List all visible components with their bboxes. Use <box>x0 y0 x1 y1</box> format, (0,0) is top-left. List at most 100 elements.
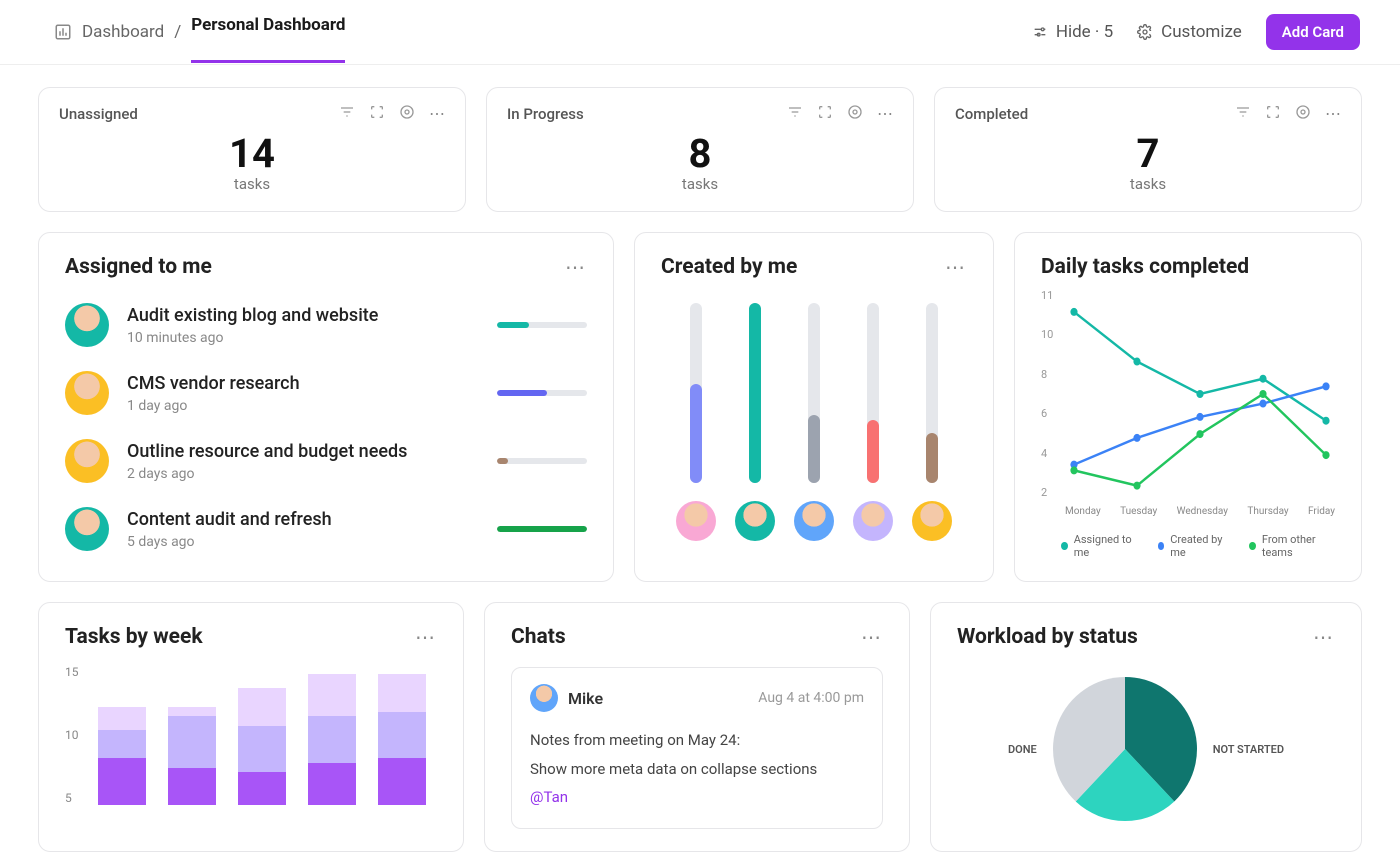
avatar[interactable] <box>676 501 716 541</box>
stat-value: 8 <box>507 130 893 177</box>
created-bar-chart <box>661 303 967 483</box>
workload-by-status-card: Workload by status ⋯ DONE NOT STARTED <box>930 602 1362 852</box>
task-time: 10 minutes ago <box>127 330 479 346</box>
task-row[interactable]: Audit existing blog and website 10 minut… <box>65 303 587 347</box>
tasks-by-week-card: Tasks by week ⋯ 15105 <box>38 602 464 852</box>
filter-icon[interactable] <box>1235 104 1251 124</box>
task-row[interactable]: Outline resource and budget needs 2 days… <box>65 439 587 483</box>
stacked-bar <box>98 707 146 805</box>
card-title: Assigned to me <box>65 255 212 279</box>
pie-label-notstarted: NOT STARTED <box>1213 743 1284 756</box>
gear-icon[interactable] <box>399 104 415 124</box>
stat-value: 7 <box>955 130 1341 177</box>
chat-message[interactable]: Mike Aug 4 at 4:00 pm Notes from meeting… <box>511 667 883 829</box>
customize-label: Customize <box>1161 22 1242 42</box>
progress-bar <box>497 458 508 464</box>
more-icon[interactable]: ⋯ <box>877 104 893 124</box>
bar <box>749 303 761 483</box>
task-title: Audit existing blog and website <box>127 305 479 326</box>
bar <box>926 303 938 483</box>
more-icon[interactable]: ⋯ <box>415 625 437 649</box>
chats-card: Chats ⋯ Mike Aug 4 at 4:00 pm Notes from… <box>484 602 910 852</box>
task-row[interactable]: CMS vendor research 1 day ago <box>65 371 587 415</box>
stat-card-completed[interactable]: Completed ⋯ 7 tasks <box>934 87 1362 212</box>
card-title: Chats <box>511 625 566 649</box>
stat-card-unassigned[interactable]: Unassigned ⋯ 14 tasks <box>38 87 466 212</box>
breadcrumb-root[interactable]: Dashboard <box>82 22 164 42</box>
card-title: Tasks by week <box>65 625 203 649</box>
card-title: Daily tasks completed <box>1041 255 1249 279</box>
more-icon[interactable]: ⋯ <box>1313 625 1335 649</box>
avatar[interactable] <box>853 501 893 541</box>
task-text: Content audit and refresh 5 days ago <box>127 509 479 550</box>
avatar[interactable] <box>735 501 775 541</box>
bar <box>867 303 879 483</box>
gear-icon <box>1137 24 1153 40</box>
pie-chart: DONE NOT STARTED <box>957 669 1335 829</box>
legend-item: Assigned to me <box>1061 533 1138 559</box>
filter-icon[interactable] <box>787 104 803 124</box>
stat-unit: tasks <box>955 175 1341 193</box>
hide-button[interactable]: Hide · 5 <box>1032 22 1113 42</box>
avatar <box>65 303 109 347</box>
stat-value: 14 <box>59 130 445 177</box>
stacked-bar-chart: 15105 <box>65 665 437 815</box>
task-time: 1 day ago <box>127 398 479 414</box>
avatar <box>65 371 109 415</box>
stat-card-inprogress[interactable]: In Progress ⋯ 8 tasks <box>486 87 914 212</box>
avatar <box>65 507 109 551</box>
stacked-bar <box>168 707 216 805</box>
more-icon[interactable]: ⋯ <box>945 255 967 279</box>
progress-bar <box>497 322 529 328</box>
breadcrumb-separator: / <box>174 22 181 42</box>
avatar <box>65 439 109 483</box>
assigned-to-me-card: Assigned to me ⋯ Audit existing blog and… <box>38 232 614 582</box>
line-chart: 11108642 MondayTuesdayWednesdayThursdayF… <box>1041 289 1335 529</box>
breadcrumb-current[interactable]: Personal Dashboard <box>191 15 345 49</box>
mention[interactable]: @Tan <box>530 783 864 812</box>
more-icon[interactable]: ⋯ <box>429 104 445 124</box>
task-title: Outline resource and budget needs <box>127 441 479 462</box>
chat-body: Notes from meeting on May 24: Show more … <box>530 726 864 812</box>
expand-icon[interactable] <box>1265 104 1281 124</box>
breadcrumb: Dashboard / Personal Dashboard <box>54 15 345 49</box>
more-icon[interactable]: ⋯ <box>565 255 587 279</box>
progress-track <box>497 390 587 396</box>
stat-unit: tasks <box>507 175 893 193</box>
stat-title: Completed <box>955 105 1028 123</box>
more-icon[interactable]: ⋯ <box>1325 104 1341 124</box>
more-icon[interactable]: ⋯ <box>861 625 883 649</box>
stacked-bar <box>238 688 286 805</box>
legend-item: Created by me <box>1158 533 1230 559</box>
progress-track <box>497 526 587 532</box>
task-text: CMS vendor research 1 day ago <box>127 373 479 414</box>
customize-button[interactable]: Customize <box>1137 22 1242 42</box>
avatar[interactable] <box>912 501 952 541</box>
card-action-icons: ⋯ <box>339 104 445 124</box>
pie-label-done: DONE <box>1008 743 1037 756</box>
progress-bar <box>497 526 587 532</box>
expand-icon[interactable] <box>817 104 833 124</box>
filter-icon[interactable] <box>339 104 355 124</box>
gear-icon[interactable] <box>847 104 863 124</box>
progress-track <box>497 458 587 464</box>
avatar[interactable] <box>794 501 834 541</box>
expand-icon[interactable] <box>369 104 385 124</box>
avatar <box>530 684 558 712</box>
x-axis-ticks: MondayTuesdayWednesdayThursdayFriday <box>1065 506 1335 517</box>
gear-icon[interactable] <box>1295 104 1311 124</box>
y-axis-ticks: 11108642 <box>1041 289 1053 499</box>
progress-bar <box>497 390 547 396</box>
stat-cards-row: Unassigned ⋯ 14 tasks In Progress ⋯ 8 ta… <box>0 65 1400 234</box>
legend-item: From other teams <box>1249 533 1335 559</box>
hide-label: Hide · 5 <box>1056 22 1113 42</box>
bar <box>690 303 702 483</box>
task-title: CMS vendor research <box>127 373 479 394</box>
header-actions: Hide · 5 Customize Add Card <box>1032 14 1360 50</box>
add-card-button[interactable]: Add Card <box>1266 14 1360 50</box>
task-row[interactable]: Content audit and refresh 5 days ago <box>65 507 587 551</box>
task-title: Content audit and refresh <box>127 509 479 530</box>
task-time: 2 days ago <box>127 466 479 482</box>
stacked-bar <box>308 674 356 805</box>
y-axis-ticks: 15105 <box>65 665 87 805</box>
